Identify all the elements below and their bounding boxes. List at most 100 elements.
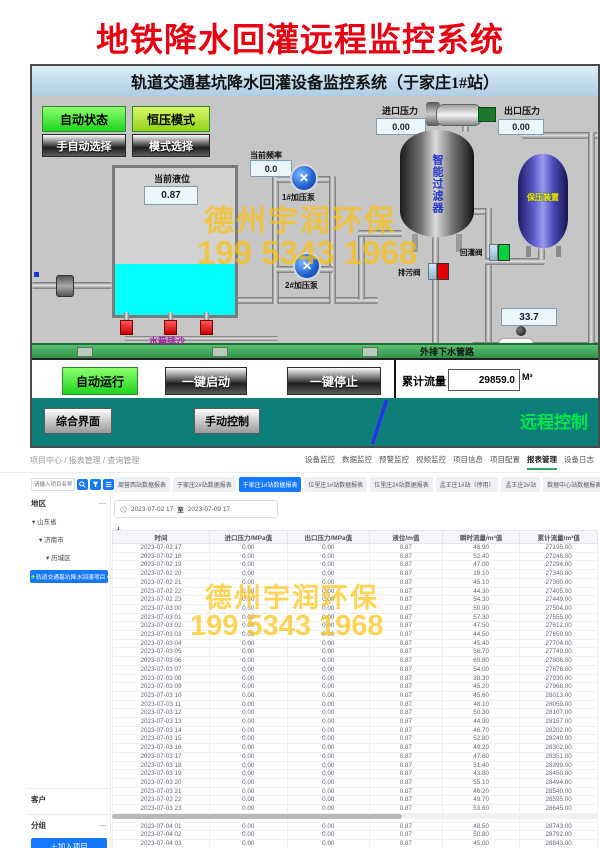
nav-item[interactable]: 设备日志 xyxy=(564,454,594,470)
date-start[interactable]: 2023-07-02 17 xyxy=(131,506,173,513)
station-tab[interactable]: 孟王庄1#站（停用） xyxy=(436,477,499,492)
table-cell: 2023-07-03 06 xyxy=(113,657,210,666)
nav-item[interactable]: 预警监控 xyxy=(379,454,409,470)
table-row[interactable]: 2023-07-03 130.000.000.8744.9028157.00 xyxy=(113,718,598,727)
table-cell: 0.87 xyxy=(370,752,443,761)
tree-node-district[interactable]: ▾ 历城区 xyxy=(46,552,71,562)
join-project-button[interactable]: ＋加入项目 xyxy=(31,838,107,848)
pump2-label: 2#加压泵 xyxy=(285,280,318,291)
tree-node-project-selected[interactable]: ◆ 轨道交通基坑降水回灌项目 ◆ xyxy=(30,570,108,583)
table-row[interactable]: 2023-07-03 140.000.000.8746.7028202.00 xyxy=(113,726,598,735)
table-cell: 2023-07-02 17 xyxy=(113,544,210,553)
constant-pressure-button[interactable]: 恒压模式 xyxy=(132,106,210,132)
table-row[interactable]: 2023-07-03 070.000.000.8754.0027876.00 xyxy=(113,665,598,674)
table-row[interactable]: 2023-07-03 080.000.000.8738.3027930.00 xyxy=(113,674,598,683)
table-row[interactable]: 2023-07-03 060.000.000.8769.8027806.00 xyxy=(113,657,598,666)
auto-status-button[interactable]: 自动状态 xyxy=(42,106,126,132)
region-section-header[interactable]: 地区 — xyxy=(31,498,106,509)
table-row[interactable]: 2023-07-02 230.000.000.8754.3027449.00 xyxy=(113,596,598,605)
nav-item[interactable]: 设备监控 xyxy=(305,454,335,470)
table-row[interactable]: 2023-07-03 100.000.000.8745.6028013.00 xyxy=(113,691,598,700)
table-row[interactable]: 2023-07-03 220.000.000.8749.7028595.00 xyxy=(113,796,598,805)
group-section-header[interactable]: 分组 — xyxy=(31,820,106,831)
table-row[interactable]: 2023-07-03 020.000.000.8747.5027612.00 xyxy=(113,622,598,631)
table-row[interactable]: 2023-07-03 190.000.000.8743.8028450.00 xyxy=(113,770,598,779)
scrollbar-thumb[interactable] xyxy=(112,814,402,819)
nav-item[interactable]: 视频监控 xyxy=(416,454,446,470)
table-cell: 0.87 xyxy=(370,805,443,814)
one-key-start-button[interactable]: 一键启动 xyxy=(165,367,247,395)
table-row[interactable]: 2023-07-04 010.000.000.8748.5028743.00 xyxy=(113,822,598,831)
mode-select-button[interactable]: 模式选择 xyxy=(132,134,210,157)
outlet-pressure-label: 出口压力 xyxy=(492,104,552,117)
nav-item[interactable]: 数据监控 xyxy=(342,454,372,470)
table-row[interactable]: 2023-07-04 030.000.000.8745.0028843.00 xyxy=(113,839,598,848)
table-cell: 0.00 xyxy=(210,770,288,779)
table-row[interactable]: 2023-07-04 020.000.000.8750.8028792.00 xyxy=(113,831,598,840)
customer-section-header[interactable]: 客户 xyxy=(31,794,106,805)
table-row[interactable]: 2023-07-03 120.000.000.8750.3028107.00 xyxy=(113,709,598,718)
table-row[interactable]: 2023-07-02 190.000.000.8747.0027294.00 xyxy=(113,561,598,570)
table-cell: 28792.00 xyxy=(520,831,598,840)
table-row[interactable]: 2023-07-03 150.000.000.8752.8028249.00 xyxy=(113,735,598,744)
table-row[interactable]: 2023-07-03 050.000.000.8756.7027749.00 xyxy=(113,648,598,657)
table-cell: 27340.00 xyxy=(520,570,598,579)
station-tab[interactable]: 于家庄1#站数据报表 xyxy=(239,477,302,492)
date-end[interactable]: 2023-07-09 17 xyxy=(188,506,230,513)
nav-item[interactable]: 项目配置 xyxy=(490,454,520,470)
table-row[interactable]: 2023-07-03 200.000.000.8755.1028494.00 xyxy=(113,778,598,787)
table-row[interactable]: 2023-07-03 230.000.000.8753.6028645.00 xyxy=(113,805,598,814)
tree-node-province[interactable]: ▾ 山东省 xyxy=(32,516,57,526)
report-table: 时间进口压力/MPa值出口压力/MPa值液位/m值瞬时流量/m³值累计流量/m³… xyxy=(112,530,598,848)
overview-button[interactable]: 综合界面 xyxy=(44,408,112,434)
scada-header-title: 轨道交通基坑降水回灌设备监控系统（于家庄1#站） xyxy=(32,66,598,97)
tank-drain-valve-icon xyxy=(164,320,177,335)
table-cell: 44.50 xyxy=(442,631,520,640)
nav-item[interactable]: 报表管理 xyxy=(527,454,557,470)
station-tab[interactable]: 于家庄2#站数据报表 xyxy=(173,477,236,492)
one-key-stop-button[interactable]: 一键停止 xyxy=(287,367,381,395)
table-row[interactable]: 2023-07-02 170.000.000.8748.9027195.00 xyxy=(113,544,598,553)
table-row[interactable]: 2023-07-03 110.000.000.8748.1028059.00 xyxy=(113,700,598,709)
table-row[interactable]: 2023-07-03 160.000.000.8749.2028302.00 xyxy=(113,744,598,753)
table-row[interactable]: 2023-07-02 210.000.000.8745.1027360.00 xyxy=(113,578,598,587)
table-cell: 0.00 xyxy=(287,578,369,587)
auto-run-button[interactable]: 自动运行 xyxy=(62,367,138,395)
filter-tank: 智能过滤器 xyxy=(400,130,474,237)
table-cell: 28399.00 xyxy=(520,761,598,770)
table-row[interactable]: 2023-07-02 220.000.000.8744.3027405.00 xyxy=(113,587,598,596)
nav-item[interactable]: 项目信息 xyxy=(453,454,483,470)
table-row[interactable]: 2023-07-02 200.000.000.8719.1027340.00 xyxy=(113,570,598,579)
project-name: 轨道交通基坑降水回灌项目 xyxy=(36,572,106,581)
collapse-icon[interactable]: — xyxy=(99,498,107,509)
manual-auto-select-button[interactable]: 手自动选择 xyxy=(42,134,126,157)
horizontal-scrollbar[interactable] xyxy=(112,814,598,819)
table-row[interactable]: 2023-07-03 090.000.000.8745.2027968.00 xyxy=(113,683,598,692)
filter-icon xyxy=(92,481,99,488)
table-cell: 2023-07-02 19 xyxy=(113,561,210,570)
station-tab[interactable]: 周营西站数据报表 xyxy=(114,477,170,492)
table-row[interactable]: 2023-07-03 010.000.000.8757.3027555.00 xyxy=(113,613,598,622)
table-row[interactable]: 2023-07-03 180.000.000.8751.4028399.00 xyxy=(113,761,598,770)
station-tab[interactable]: 孟王庄2#站 xyxy=(501,477,540,492)
current-level-value: 0.87 xyxy=(144,186,198,205)
table-cell: 0.00 xyxy=(287,744,369,753)
station-tab[interactable]: 数据中心站数据报表 xyxy=(543,477,600,492)
table-row[interactable]: 2023-07-02 180.000.000.8752.4027246.00 xyxy=(113,552,598,561)
date-range-picker[interactable]: 2023-07-02 17 至 2023-07-09 17 xyxy=(114,500,278,518)
station-tab[interactable]: 位里庄2#站数据报表 xyxy=(370,477,433,492)
table-cell: 2023-07-02 21 xyxy=(113,578,210,587)
search-input[interactable] xyxy=(31,478,75,491)
table-row[interactable]: 2023-07-03 210.000.000.8746.2028549.00 xyxy=(113,787,598,796)
search-button[interactable] xyxy=(77,479,88,490)
collapse-icon[interactable]: — xyxy=(99,820,107,831)
station-tab[interactable]: 位里庄1#站数据报表 xyxy=(304,477,367,492)
table-cell: 0.00 xyxy=(210,604,288,613)
filter-button[interactable] xyxy=(90,479,101,490)
table-row[interactable]: 2023-07-03 040.000.000.8745.4027704.00 xyxy=(113,639,598,648)
table-row[interactable]: 2023-07-03 030.000.000.8744.5027659.00 xyxy=(113,631,598,640)
tree-node-city[interactable]: ▾ 济南市 xyxy=(39,534,64,544)
manual-control-button[interactable]: 手动控制 xyxy=(194,408,260,434)
table-row[interactable]: 2023-07-03 170.000.000.8747.6028351.00 xyxy=(113,752,598,761)
table-row[interactable]: 2023-07-03 000.000.000.8750.9027504.00 xyxy=(113,604,598,613)
